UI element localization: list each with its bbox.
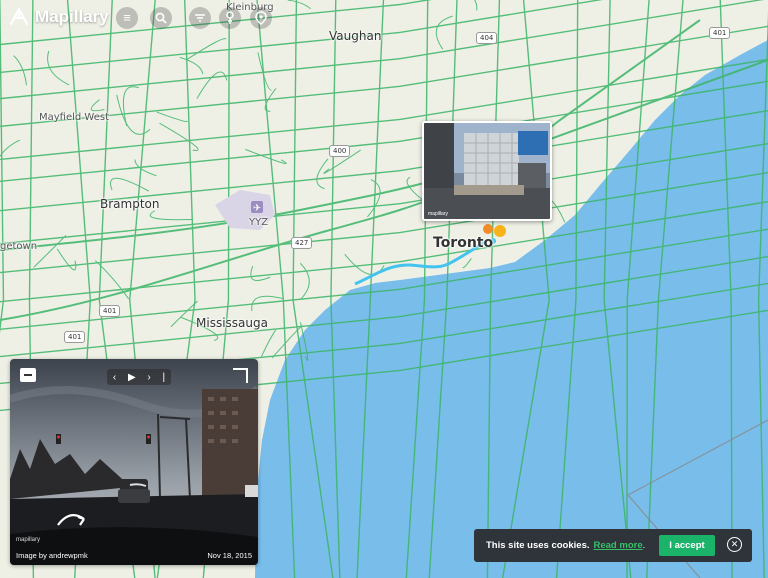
label-vaughan: Vaughan xyxy=(329,29,382,43)
label-mississauga: Mississauga xyxy=(196,316,268,330)
label-yyz: YYZ xyxy=(249,217,269,228)
highway-401-east-shield: 401 xyxy=(709,27,731,39)
image-date: Nov 18, 2015 xyxy=(207,551,252,560)
play-icon[interactable]: ▶ xyxy=(128,372,136,383)
highway-427-shield: 427 xyxy=(291,237,313,249)
label-georgetown: getown xyxy=(0,241,38,252)
playback-controls: ‹ ▶ › | xyxy=(107,369,171,385)
cookie-banner: This site uses cookies. Read more. I acc… xyxy=(474,529,752,562)
svg-text:✈: ✈ xyxy=(253,203,261,214)
sequence-icon xyxy=(226,11,234,24)
label-brampton: Brampton xyxy=(100,197,160,211)
menu-icon: ≡ xyxy=(123,10,131,25)
preview-credit: mapillary xyxy=(428,211,449,217)
close-circle-icon[interactable]: ✕ xyxy=(727,537,742,552)
sequence-button[interactable] xyxy=(219,7,241,29)
menu-button[interactable]: ≡ xyxy=(116,7,138,29)
accept-cookies-button[interactable]: I accept xyxy=(659,535,715,556)
highway-401-west-shield: 401 xyxy=(99,305,121,317)
app-name: Mapillary xyxy=(35,7,109,26)
location-pin-icon xyxy=(255,11,267,25)
highway-401-sw-shield: 401 xyxy=(64,331,86,343)
highway-400-shield: 400 xyxy=(329,145,351,157)
viewer-watermark: mapillary xyxy=(16,537,41,543)
location-button[interactable] xyxy=(250,7,272,29)
filter-icon xyxy=(195,14,205,22)
image-marker-active[interactable] xyxy=(494,225,506,237)
divider-icon: | xyxy=(162,371,166,383)
read-more-link[interactable]: Read more xyxy=(594,540,643,551)
image-marker[interactable] xyxy=(483,224,493,234)
highway-404-shield: 404 xyxy=(476,32,498,44)
top-toolbar: Mapillary ≡ xyxy=(0,0,300,36)
preview-image xyxy=(424,123,550,219)
search-button[interactable] xyxy=(150,7,172,29)
mapillary-logo-icon xyxy=(9,6,29,26)
label-toronto: Toronto xyxy=(433,235,494,251)
cookie-link-suffix: . xyxy=(642,540,646,551)
filter-button[interactable] xyxy=(189,7,211,29)
image-viewer[interactable]: ‹ ▶ › | mapillary Image by andrewpmk Nov… xyxy=(10,359,258,565)
mapillary-logo[interactable]: Mapillary xyxy=(8,6,109,28)
label-mayfield-west: Mayfield West xyxy=(39,112,110,123)
expand-viewer-button[interactable] xyxy=(233,368,248,383)
minimize-viewer-button[interactable] xyxy=(20,368,36,382)
cookie-message: This site uses cookies. xyxy=(486,540,590,551)
image-credit[interactable]: Image by andrewpmk xyxy=(16,551,88,560)
street-image xyxy=(10,359,258,565)
chevron-left-icon[interactable]: ‹ xyxy=(113,372,116,383)
search-icon xyxy=(155,12,167,24)
chevron-right-icon[interactable]: › xyxy=(147,372,150,383)
image-preview-popup[interactable]: mapillary xyxy=(422,121,552,221)
